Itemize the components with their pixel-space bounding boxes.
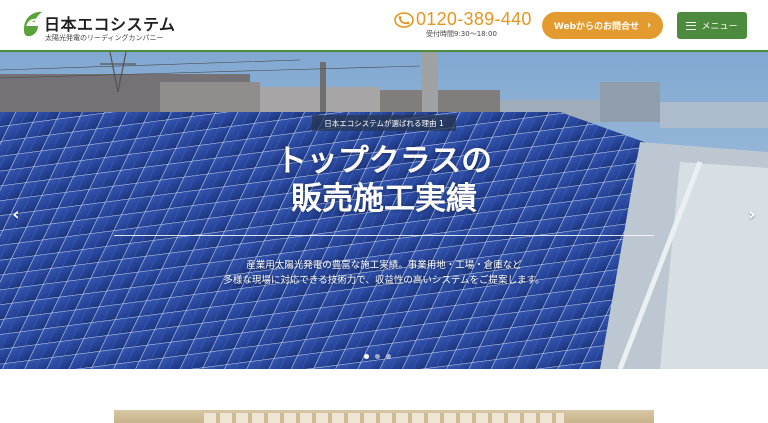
slider-dot-3[interactable]: [386, 354, 391, 359]
hero-description-line1: 産業用太陽光発電の豊富な施工実績。事業用地・工場・倉庫など: [246, 260, 522, 271]
reason-label: 日本エコシステムが選ばれる理由 1: [312, 115, 456, 131]
phone-number[interactable]: 0120-389-440: [416, 9, 532, 30]
hamburger-icon: [686, 21, 697, 30]
slider-next-button[interactable]: ›: [742, 202, 762, 226]
web-contact-button[interactable]: Webからのお問合せ ›: [542, 12, 663, 39]
slider-pagination: [364, 354, 391, 359]
logo-name: 日本エコシステム: [44, 15, 176, 34]
phone-hours: 受付時間9:30～18:00: [426, 30, 497, 38]
slider-prev-button[interactable]: ‹: [6, 202, 26, 226]
free-dial-phone-icon: [394, 12, 414, 28]
hero-headline-line1: トップクラスの: [275, 143, 493, 179]
hero-description-line2: 多様な現場に対応できる技術力で、収益性の高いシステムをご提案します。: [223, 275, 545, 286]
hero-slider: 日本エコシステムが選ばれる理由 1 トップクラスの 販売施工実績 産業用太陽光発…: [0, 52, 768, 369]
slider-dot-1[interactable]: [364, 354, 369, 359]
content-section: [0, 369, 768, 423]
hero-headline-line2: 販売施工実績: [291, 181, 477, 217]
logo-tagline: 太陽光発電のリーディングカンパニー: [45, 34, 164, 42]
section-image: [114, 410, 654, 423]
menu-button[interactable]: メニュー: [677, 12, 747, 39]
site-logo[interactable]: 日本エコシステム 太陽光発電のリーディングカンパニー: [20, 9, 175, 43]
phone-contact[interactable]: 0120-389-440 受付時間9:30～18:00: [394, 9, 538, 41]
hero-description: 産業用太陽光発電の豊富な施工実績。事業用地・工場・倉庫など 多様な現場に対応でき…: [150, 258, 618, 288]
menu-label: メニュー: [701, 22, 738, 32]
leaf-e-logo-icon: [24, 11, 42, 37]
site-header: 日本エコシステム 太陽光発電のリーディングカンパニー 0120-389-440 …: [0, 0, 768, 50]
hero-divider: [114, 235, 654, 236]
hero-headline: トップクラスの 販売施工実績: [184, 142, 584, 218]
slider-dot-2[interactable]: [375, 354, 380, 359]
web-contact-label: Webからのお問合せ: [553, 22, 640, 32]
chevron-right-icon: ›: [647, 20, 652, 31]
